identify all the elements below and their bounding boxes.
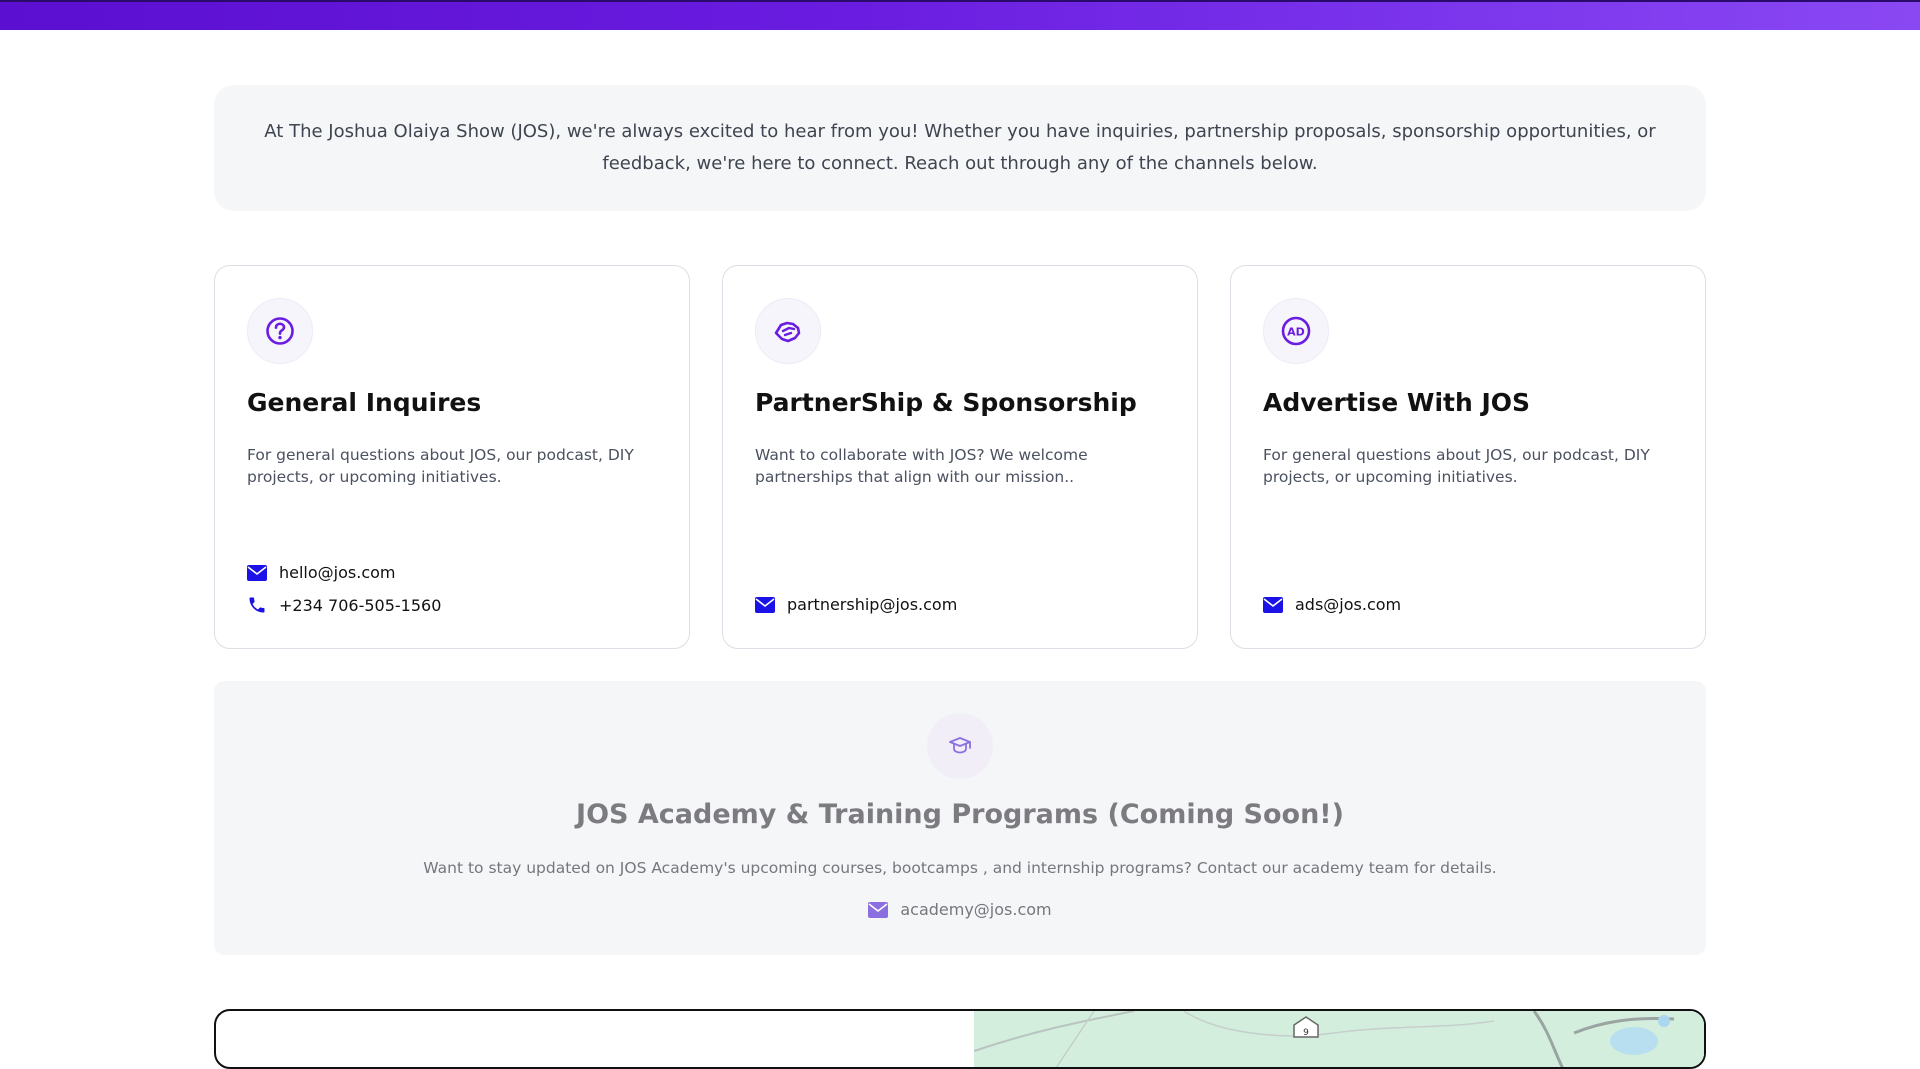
academy-description: Want to stay updated on JOS Academy's up… xyxy=(423,859,1497,877)
svg-text:9: 9 xyxy=(1303,1028,1309,1038)
graduation-cap-icon xyxy=(927,713,993,779)
academy-section: JOS Academy & Training Programs (Coming … xyxy=(214,681,1706,955)
card-general-inquiries: General Inquires For general questions a… xyxy=(214,265,690,649)
email-link[interactable]: ads@jos.com xyxy=(1295,595,1401,614)
card-description: For general questions about JOS, our pod… xyxy=(1263,446,1650,486)
card-title: PartnerShip & Sponsorship xyxy=(755,388,1137,417)
email-link[interactable]: partnership@jos.com xyxy=(787,595,957,614)
question-circle-icon xyxy=(247,298,313,364)
ad-icon: AD xyxy=(1263,298,1329,364)
envelope-icon xyxy=(868,901,889,918)
card-title: Advertise With JOS xyxy=(1263,388,1531,417)
email-link[interactable]: hello@jos.com xyxy=(279,563,396,582)
phone-contact[interactable]: +234 706-505-1560 xyxy=(247,595,441,615)
top-header-bar xyxy=(0,0,1920,30)
academy-email-contact[interactable]: academy@jos.com xyxy=(214,900,1706,919)
card-advertise: AD Advertise With JOS For general questi… xyxy=(1230,265,1706,649)
envelope-icon xyxy=(247,564,267,581)
map-section: 9 xyxy=(214,1009,1706,1069)
phone-icon xyxy=(249,597,265,613)
handshake-icon xyxy=(755,298,821,364)
intro-panel: At The Joshua Olaiya Show (JOS), we're a… xyxy=(214,85,1706,211)
envelope-icon xyxy=(1263,596,1283,613)
academy-title: JOS Academy & Training Programs (Coming … xyxy=(576,799,1344,830)
email-contact[interactable]: ads@jos.com xyxy=(1263,595,1401,614)
intro-text: At The Joshua Olaiya Show (JOS), we're a… xyxy=(264,121,1656,174)
email-contact[interactable]: partnership@jos.com xyxy=(755,595,957,614)
card-title: General Inquires xyxy=(247,388,482,417)
card-description: Want to collaborate with JOS? We welcome… xyxy=(755,446,1088,486)
svg-text:AD: AD xyxy=(1287,326,1305,339)
email-contact[interactable]: hello@jos.com xyxy=(247,563,396,582)
card-partnership-sponsorship: PartnerShip & Sponsorship Want to collab… xyxy=(722,265,1198,649)
map-view[interactable]: 9 xyxy=(973,1011,1704,1067)
card-description: For general questions about JOS, our pod… xyxy=(247,446,634,486)
phone-link[interactable]: +234 706-505-1560 xyxy=(279,596,441,615)
academy-email-link[interactable]: academy@jos.com xyxy=(900,900,1051,919)
envelope-icon xyxy=(755,596,775,613)
